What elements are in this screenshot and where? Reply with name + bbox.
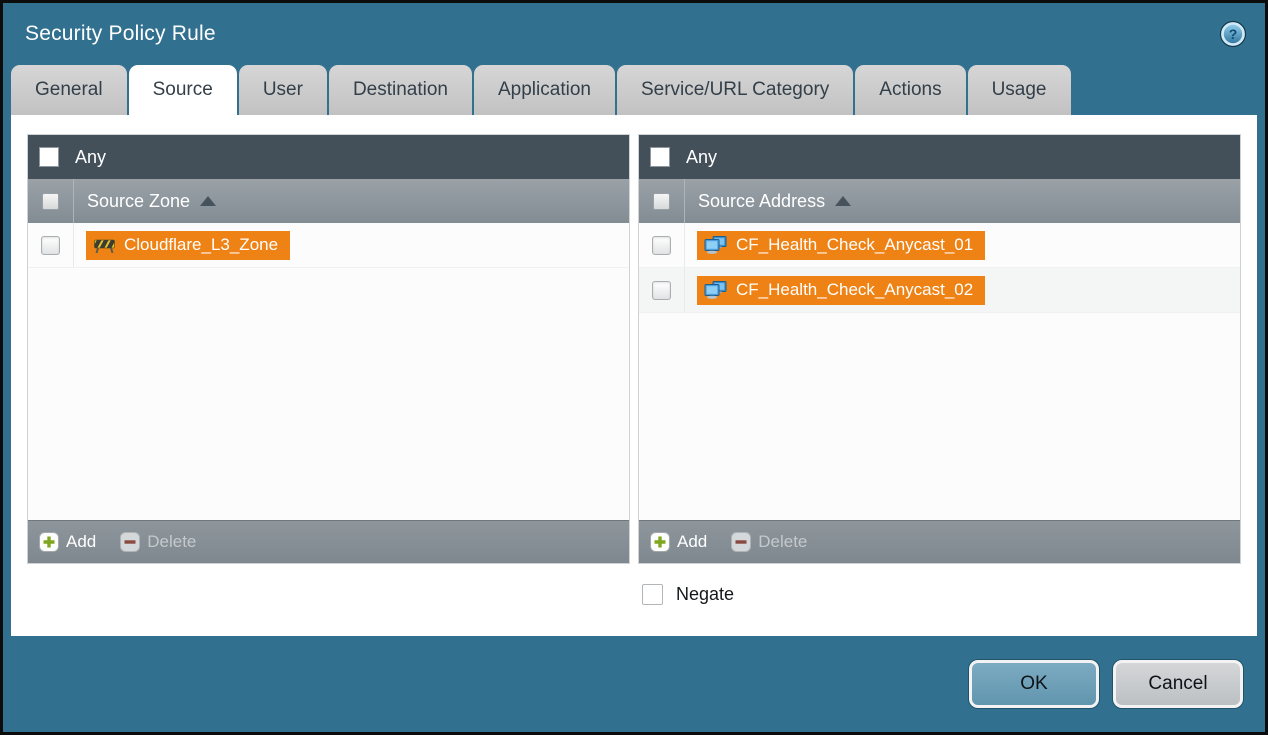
- tab-user[interactable]: User: [239, 65, 327, 115]
- delete-button-label: Delete: [147, 532, 196, 552]
- row-checkbox-cell: [639, 268, 685, 312]
- source-address-any-checkbox[interactable]: [650, 147, 670, 167]
- source-zone-any-checkbox[interactable]: [39, 147, 59, 167]
- address-icon: [704, 281, 728, 299]
- negate-checkbox[interactable]: [642, 584, 663, 605]
- add-button-label: Add: [66, 532, 96, 552]
- source-zone-column-label: Source Zone: [87, 191, 190, 212]
- row-checkbox-cell: [639, 223, 685, 267]
- source-zone-list: Cloudflare_L3_Zone: [28, 223, 629, 520]
- source-zone-select-all-checkbox[interactable]: [42, 193, 59, 210]
- source-address-select-all-checkbox[interactable]: [653, 193, 670, 210]
- zone-object-chip[interactable]: Cloudflare_L3_Zone: [86, 231, 290, 260]
- dialog-footer: OK Cancel: [3, 636, 1265, 732]
- sort-ascending-icon: [835, 196, 851, 206]
- ok-button[interactable]: OK: [969, 660, 1099, 708]
- plus-icon: [39, 532, 59, 552]
- table-row[interactable]: CF_Health_Check_Anycast_02: [639, 268, 1240, 313]
- tab-usage[interactable]: Usage: [968, 65, 1071, 115]
- delete-button[interactable]: Delete: [731, 532, 807, 552]
- negate-label: Negate: [676, 584, 734, 605]
- select-all-cell: [639, 179, 685, 223]
- minus-icon: [731, 532, 751, 552]
- delete-button-label: Delete: [758, 532, 807, 552]
- address-icon: [704, 236, 728, 254]
- delete-button[interactable]: Delete: [120, 532, 196, 552]
- tab-application[interactable]: Application: [474, 65, 615, 115]
- select-all-cell: [28, 179, 74, 223]
- table-row[interactable]: Cloudflare_L3_Zone: [28, 223, 629, 268]
- row-checkbox[interactable]: [652, 281, 671, 300]
- zone-icon: [93, 237, 116, 253]
- address-object-chip[interactable]: CF_Health_Check_Anycast_01: [697, 231, 985, 260]
- add-button[interactable]: Add: [39, 532, 96, 552]
- address-object-chip[interactable]: CF_Health_Check_Anycast_02: [697, 276, 985, 305]
- negate-row: Negate: [27, 584, 1241, 605]
- sort-ascending-icon: [200, 196, 216, 206]
- source-address-any-label: Any: [686, 147, 717, 168]
- source-zone-toolbar: Add Delete: [28, 520, 629, 563]
- address-object-label: CF_Health_Check_Anycast_01: [736, 235, 973, 255]
- dialog-title: Security Policy Rule: [25, 22, 216, 46]
- cancel-button[interactable]: Cancel: [1113, 660, 1243, 708]
- source-zone-any-row: Any: [28, 135, 629, 179]
- source-zone-panel: Any Source Zone: [27, 134, 630, 564]
- row-checkbox[interactable]: [652, 236, 671, 255]
- tab-actions[interactable]: Actions: [855, 65, 965, 115]
- source-zone-column-header[interactable]: Source Zone: [28, 179, 629, 223]
- source-address-panel: Any Source Address: [638, 134, 1241, 564]
- source-address-any-row: Any: [639, 135, 1240, 179]
- tab-service-url-category[interactable]: Service/URL Category: [617, 65, 853, 115]
- source-address-list: CF_Health_Check_Anycast_01: [639, 223, 1240, 520]
- source-address-toolbar: Add Delete: [639, 520, 1240, 563]
- add-button[interactable]: Add: [650, 532, 707, 552]
- help-icon[interactable]: ?: [1219, 20, 1247, 48]
- address-object-label: CF_Health_Check_Anycast_02: [736, 280, 973, 300]
- table-row[interactable]: CF_Health_Check_Anycast_01: [639, 223, 1240, 268]
- row-checkbox[interactable]: [41, 236, 60, 255]
- tab-general[interactable]: General: [11, 65, 127, 115]
- add-button-label: Add: [677, 532, 707, 552]
- tab-destination[interactable]: Destination: [329, 65, 472, 115]
- plus-icon: [650, 532, 670, 552]
- source-panels: Any Source Zone: [27, 134, 1241, 564]
- tab-source[interactable]: Source: [129, 65, 237, 115]
- svg-text:?: ?: [1229, 26, 1238, 42]
- row-checkbox-cell: [28, 223, 74, 267]
- zone-object-label: Cloudflare_L3_Zone: [124, 235, 278, 255]
- source-zone-any-label: Any: [75, 147, 106, 168]
- tab-bar: General Source User Destination Applicat…: [3, 65, 1265, 115]
- title-bar: Security Policy Rule ?: [3, 3, 1265, 65]
- security-policy-rule-dialog: Security Policy Rule ? General Source Us…: [0, 0, 1268, 735]
- source-address-column-label: Source Address: [698, 191, 825, 212]
- minus-icon: [120, 532, 140, 552]
- source-address-column-header[interactable]: Source Address: [639, 179, 1240, 223]
- tab-content-source: Any Source Zone: [11, 115, 1257, 636]
